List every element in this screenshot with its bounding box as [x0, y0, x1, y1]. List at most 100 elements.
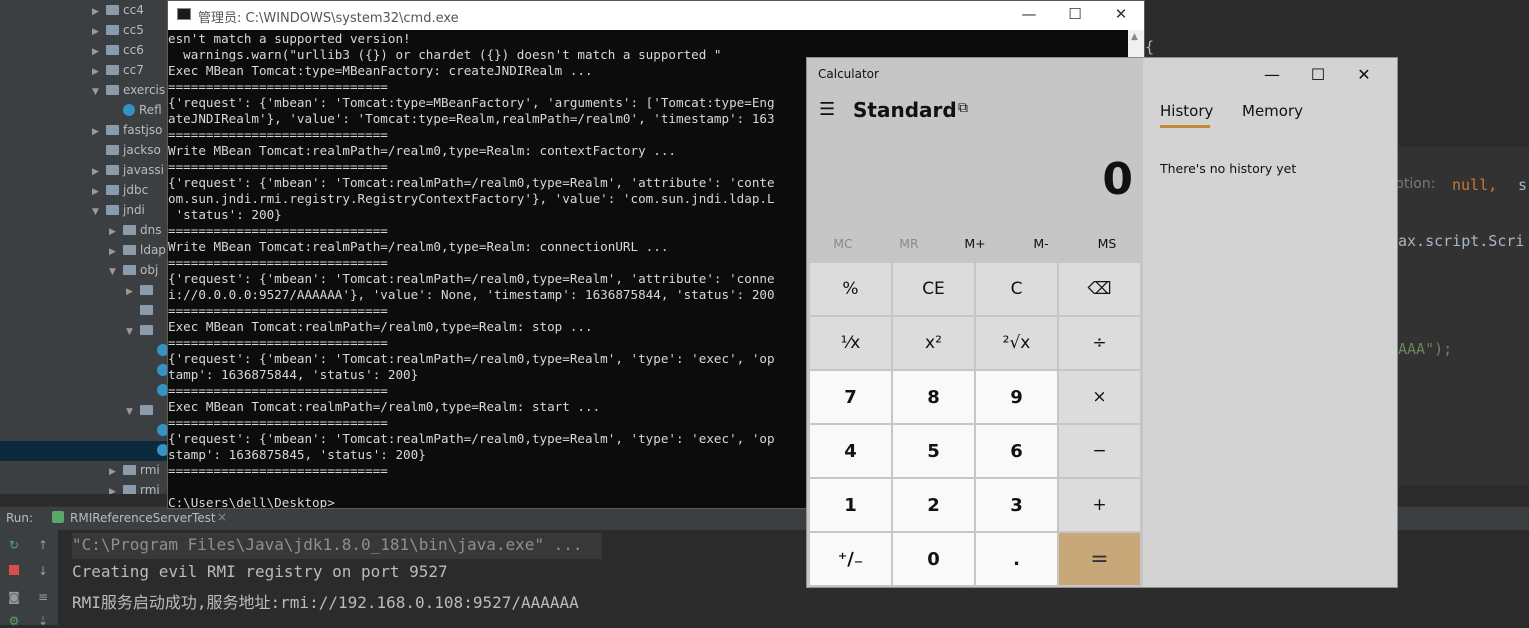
collapsed-arrow-icon[interactable]: ▶ — [92, 162, 104, 182]
collapsed-arrow-icon[interactable]: ▶ — [92, 122, 104, 142]
expanded-arrow-icon[interactable]: ▼ — [109, 262, 121, 282]
digit-2-key[interactable]: 2 — [893, 479, 974, 531]
tree-item-label: cc6 — [123, 43, 144, 57]
rerun-icon[interactable]: ↻ — [7, 538, 21, 552]
expanded-arrow-icon[interactable]: ▼ — [92, 82, 104, 102]
settings-icon[interactable]: ⚙ — [7, 614, 21, 628]
scroll-end-icon[interactable]: ⇣ — [36, 614, 50, 628]
digit-6-key[interactable]: 6 — [976, 425, 1057, 477]
down-arrow-icon[interactable]: ↓ — [36, 564, 50, 578]
tree-item[interactable] — [126, 300, 157, 320]
digit-8-key[interactable]: 8 — [893, 371, 974, 423]
tree-item[interactable]: ▼ exercis — [92, 80, 165, 100]
equals-key[interactable]: = — [1059, 533, 1140, 585]
expanded-arrow-icon[interactable]: ▼ — [126, 402, 138, 422]
backspace-key[interactable]: ⌫ — [1059, 263, 1140, 315]
memory-key-mc[interactable]: MC — [810, 230, 876, 258]
maximize-icon[interactable]: ☐ — [1052, 1, 1098, 30]
scroll-up-icon[interactable]: ▲ — [1131, 32, 1138, 42]
cmd-line: esn't match a supported version! — [168, 31, 411, 46]
tree-item[interactable]: Refl — [109, 100, 162, 120]
digit-4-key[interactable]: 4 — [810, 425, 891, 477]
tree-item[interactable]: ▶ javassi — [92, 160, 164, 180]
close-icon[interactable]: ✕ — [1098, 1, 1144, 30]
tree-item[interactable]: ▼ — [126, 320, 157, 340]
tree-item[interactable]: ▶ cc4 — [92, 0, 144, 20]
memory-key-mplus[interactable]: M+ — [942, 230, 1008, 258]
memory-key-mr[interactable]: MR — [876, 230, 942, 258]
collapsed-arrow-icon[interactable]: ▶ — [92, 22, 104, 42]
digit-7-key[interactable]: 7 — [810, 371, 891, 423]
cmd-title-bar[interactable]: 管理员: C:\WINDOWS\system32\cmd.exe — ☐ ✕ — [168, 1, 1144, 30]
keep-on-top-icon[interactable]: ⧉ — [958, 100, 968, 116]
percent-key[interactable]: % — [810, 263, 891, 315]
tree-item[interactable]: ▶ fastjso — [92, 120, 162, 140]
minimize-icon[interactable]: — — [1006, 1, 1052, 30]
collapsed-arrow-icon[interactable]: ▶ — [92, 42, 104, 62]
tree-item[interactable]: ▶ cc5 — [92, 20, 144, 40]
up-arrow-icon[interactable]: ↑ — [36, 538, 50, 552]
tree-item[interactable]: ▼ — [126, 400, 157, 420]
collapsed-arrow-icon[interactable]: ▶ — [109, 242, 121, 262]
clear-key[interactable]: C — [976, 263, 1057, 315]
tree-item[interactable] — [143, 420, 170, 440]
hamburger-menu-icon[interactable]: ☰ — [819, 99, 835, 120]
expanded-arrow-icon[interactable]: ▼ — [92, 202, 104, 222]
tree-item[interactable]: ▶ rmi — [109, 480, 160, 494]
stop-icon[interactable] — [7, 564, 21, 578]
multiply-key[interactable]: × — [1059, 371, 1140, 423]
tree-item[interactable]: ▶ ldap — [109, 240, 166, 260]
calculator-window[interactable]: Calculator ☰ Standard ⧉ 0 MC MR M+ M- MS % CE… — [806, 57, 1398, 588]
camera-icon[interactable]: ◙ — [7, 590, 21, 604]
tree-item[interactable]: ▶ jdbc — [92, 180, 148, 200]
collapsed-arrow-icon[interactable]: ▶ — [126, 282, 138, 302]
folder-icon — [140, 325, 153, 335]
digit-5-key[interactable]: 5 — [893, 425, 974, 477]
collapsed-arrow-icon[interactable]: ▶ — [109, 222, 121, 242]
tree-item[interactable] — [143, 360, 170, 380]
tree-item[interactable]: ▼ jndi — [92, 200, 145, 220]
decimal-key[interactable]: . — [976, 533, 1057, 585]
digit-0-key[interactable]: 0 — [893, 533, 974, 585]
tree-item[interactable]: ▶ cc6 — [92, 40, 144, 60]
tree-item[interactable]: ▶ rmi — [109, 460, 160, 480]
memory-key-mminus[interactable]: M- — [1008, 230, 1074, 258]
tab-history[interactable]: History — [1160, 102, 1213, 120]
digit-1-key[interactable]: 1 — [810, 479, 891, 531]
minus-key[interactable]: − — [1059, 425, 1140, 477]
calculator-title: Calculator — [818, 67, 879, 81]
collapsed-arrow-icon[interactable]: ▶ — [92, 62, 104, 82]
tree-item[interactable] — [143, 380, 170, 400]
digit-3-key[interactable]: 3 — [976, 479, 1057, 531]
tree-item[interactable]: ▶ dns — [109, 220, 161, 240]
sqrt-key[interactable]: ²√x — [976, 317, 1057, 369]
tree-item[interactable]: jackso — [92, 140, 161, 160]
tree-item[interactable]: ▶ cc7 — [92, 60, 144, 80]
null-keyword: null, — [1452, 176, 1498, 194]
memory-key-ms[interactable]: MS — [1074, 230, 1140, 258]
close-tab-icon[interactable]: × — [217, 510, 227, 524]
negate-key[interactable]: ⁺∕₋ — [810, 533, 891, 585]
run-tab[interactable]: RMIReferenceServerTest — [70, 511, 216, 525]
collapsed-arrow-icon[interactable]: ▶ — [92, 182, 104, 202]
divide-key[interactable]: ÷ — [1059, 317, 1140, 369]
close-icon[interactable]: ✕ — [1341, 62, 1387, 88]
tree-item[interactable]: ▼ obj — [109, 260, 158, 280]
tree-item[interactable]: ▶ — [126, 280, 157, 300]
clear-entry-key[interactable]: CE — [893, 263, 974, 315]
collapsed-arrow-icon[interactable]: ▶ — [92, 2, 104, 22]
plus-key[interactable]: + — [1059, 479, 1140, 531]
collapsed-arrow-icon[interactable]: ▶ — [109, 482, 121, 494]
tree-item[interactable] — [143, 440, 170, 460]
collapsed-arrow-icon[interactable]: ▶ — [109, 462, 121, 482]
minimize-icon[interactable]: — — [1249, 62, 1295, 88]
mode-title: Standard — [853, 98, 957, 122]
soft-wrap-icon[interactable]: ≡ — [36, 590, 50, 604]
square-key[interactable]: x² — [893, 317, 974, 369]
digit-9-key[interactable]: 9 — [976, 371, 1057, 423]
tree-item[interactable] — [143, 340, 170, 360]
reciprocal-key[interactable]: ¹⁄x — [810, 317, 891, 369]
expanded-arrow-icon[interactable]: ▼ — [126, 322, 138, 342]
maximize-icon[interactable]: ☐ — [1295, 62, 1341, 88]
tab-memory[interactable]: Memory — [1242, 102, 1303, 120]
